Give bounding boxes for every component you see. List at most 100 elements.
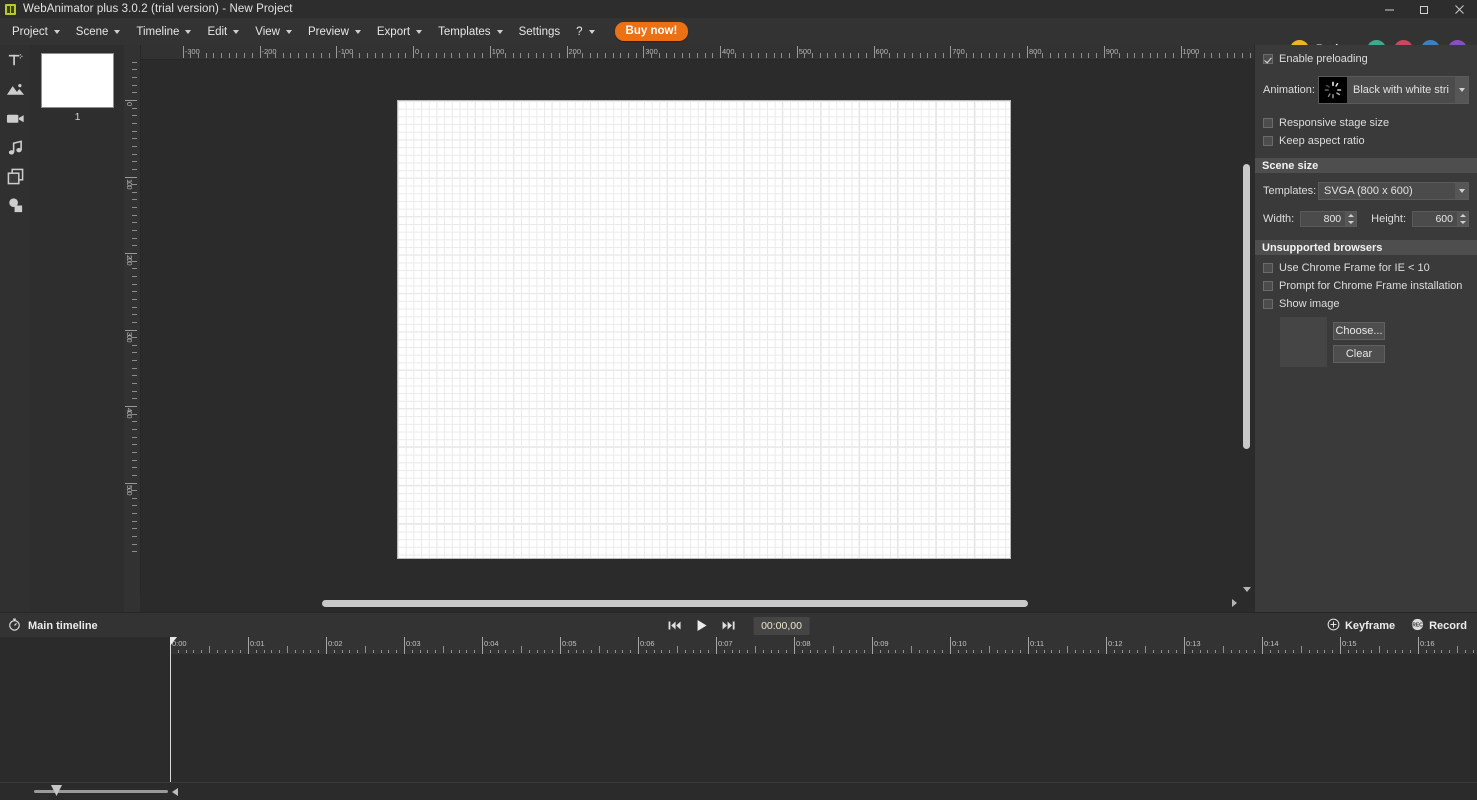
use-chrome-frame-checkbox[interactable] <box>1263 262 1273 273</box>
timeline-tick-minor <box>1051 650 1053 653</box>
scroll-down-arrow-icon[interactable] <box>1243 587 1251 592</box>
ruler-tick-minor <box>1057 53 1059 58</box>
enable-preloading-checkbox[interactable] <box>1263 53 1273 64</box>
timeline-tick-minor <box>575 650 577 653</box>
height-input[interactable]: 600 <box>1412 211 1458 227</box>
choose-button[interactable]: Choose... <box>1333 322 1385 340</box>
maximize-button[interactable] <box>1407 0 1442 18</box>
horizontal-ruler[interactable]: -300 -200 -100 0 100 200 300 400 500 600 700 800 900… <box>140 45 1255 60</box>
audio-tool-icon[interactable] <box>2 137 28 158</box>
clear-button[interactable]: Clear <box>1333 345 1385 363</box>
ruler-tick-minor <box>957 53 959 58</box>
menu-preview-label: Preview <box>307 25 349 38</box>
height-stepper[interactable] <box>1457 211 1469 227</box>
timeline-tick-minor <box>294 650 296 653</box>
width-stepper[interactable] <box>1346 211 1358 227</box>
show-image-row[interactable]: Show image <box>1255 296 1477 311</box>
menu-preview[interactable]: Preview <box>300 18 369 45</box>
skip-forward-button[interactable] <box>721 620 735 631</box>
menu-edit[interactable]: Edit <box>199 18 247 45</box>
chevron-down-icon <box>496 30 503 34</box>
text-tool-icon[interactable] <box>2 50 28 71</box>
timeline-tick-minor <box>1246 650 1248 653</box>
ruler-tick-minor <box>1126 53 1128 58</box>
menu-timeline[interactable]: Timeline <box>128 18 199 45</box>
enable-preloading-label: Enable preloading <box>1279 52 1368 65</box>
menu-view[interactable]: View <box>247 18 300 45</box>
width-input[interactable]: 800 <box>1300 211 1347 227</box>
ruler-tick-minor <box>551 53 553 58</box>
timeline-tick-minor <box>1371 650 1373 653</box>
chevron-down-icon[interactable] <box>1455 77 1468 103</box>
show-image-checkbox[interactable] <box>1263 298 1273 309</box>
chevron-down-icon[interactable] <box>1455 183 1468 199</box>
timecode-display[interactable]: 00:00,00 <box>753 616 810 635</box>
keep-aspect-ratio-row[interactable]: Keep aspect ratio <box>1255 133 1477 148</box>
timeline-playhead[interactable] <box>170 637 171 783</box>
animation-label: Animation: <box>1263 84 1315 96</box>
prompt-chrome-frame-checkbox[interactable] <box>1263 280 1273 291</box>
timeline-ruler[interactable]: 0:00 0:01 0:02 0:03 0:04 0:05 0:06 0:07 0:08 0:09… <box>170 637 1477 655</box>
menu-scene[interactable]: Scene <box>68 18 129 45</box>
prompt-chrome-frame-row[interactable]: Prompt for Chrome Frame installation <box>1255 278 1477 293</box>
ruler-tick-minor <box>904 53 906 58</box>
timeline-tick-minor <box>224 650 226 653</box>
skip-back-button[interactable] <box>667 620 681 631</box>
timeline-tracks-area[interactable] <box>170 654 1477 783</box>
keep-aspect-ratio-checkbox[interactable] <box>1263 135 1273 146</box>
scrollbar-thumb[interactable] <box>1243 164 1250 449</box>
ruler-tick-minor <box>132 77 137 79</box>
close-button[interactable] <box>1442 0 1477 18</box>
timeline-tick-minor <box>934 650 936 653</box>
responsive-stage-size-row[interactable]: Responsive stage size <box>1255 115 1477 130</box>
ruler-tick-minor <box>228 53 230 58</box>
timeline-tick-minor <box>1059 650 1061 653</box>
workspace-vertical-scrollbar[interactable] <box>1239 59 1255 594</box>
timeline-tick-minor <box>1145 646 1146 653</box>
ruler-tick-minor <box>466 53 468 58</box>
video-tool-icon[interactable] <box>2 108 28 129</box>
object-tool-icon[interactable] <box>2 195 28 216</box>
menu-templates[interactable]: Templates <box>430 18 510 45</box>
scroll-right-arrow-icon[interactable] <box>1232 599 1237 607</box>
timeline-tick-minor <box>1230 650 1232 653</box>
ruler-tick-major <box>125 176 137 178</box>
menu-settings[interactable]: Settings <box>511 18 569 45</box>
minimize-button[interactable] <box>1372 0 1407 18</box>
ruler-tick-minor <box>850 53 852 58</box>
buy-now-button[interactable]: Buy now! <box>614 22 689 41</box>
enable-preloading-row[interactable]: Enable preloading <box>1255 51 1477 66</box>
collapse-arrow-icon[interactable] <box>172 788 178 796</box>
ruler-tick-minor <box>267 53 269 58</box>
ruler-tick-minor <box>132 237 137 239</box>
ruler-tick-minor <box>132 275 137 277</box>
responsive-stage-size-checkbox[interactable] <box>1263 117 1273 128</box>
ruler-tick-minor <box>132 306 137 308</box>
menu-project[interactable]: Project <box>4 18 68 45</box>
ruler-tick-minor <box>132 298 137 300</box>
menu-help[interactable]: ? <box>568 18 602 45</box>
templates-select[interactable]: SVGA (800 x 600) <box>1318 182 1469 200</box>
timeline-tick-minor <box>700 650 702 653</box>
fallback-image-preview[interactable] <box>1280 317 1327 367</box>
scene-thumbnail[interactable] <box>41 53 114 108</box>
menu-export[interactable]: Export <box>369 18 430 45</box>
prompt-chrome-frame-label: Prompt for Chrome Frame installation <box>1279 279 1463 292</box>
animation-select[interactable]: Black with white stri <box>1318 76 1469 104</box>
record-button[interactable]: REC Record <box>1411 618 1467 634</box>
ruler-tick-minor <box>581 53 583 58</box>
image-tool-icon[interactable] <box>2 79 28 100</box>
shape-tool-icon[interactable] <box>2 166 28 187</box>
timeline-tick-minor <box>778 650 780 653</box>
scrollbar-thumb[interactable] <box>322 600 1028 607</box>
timeline-tick-minor <box>1137 650 1139 653</box>
play-button[interactable] <box>695 619 707 632</box>
timeline-tick-minor <box>1043 650 1045 653</box>
stage-canvas[interactable] <box>397 100 1011 559</box>
window-controls <box>1372 0 1477 18</box>
use-chrome-frame-row[interactable]: Use Chrome Frame for IE < 10 <box>1255 260 1477 275</box>
vertical-ruler[interactable]: 1000100200300400500 <box>124 45 141 612</box>
timeline-tick-minor <box>419 650 421 653</box>
workspace-horizontal-scrollbar[interactable] <box>140 594 1239 612</box>
add-keyframe-button[interactable]: Keyframe <box>1327 618 1395 634</box>
